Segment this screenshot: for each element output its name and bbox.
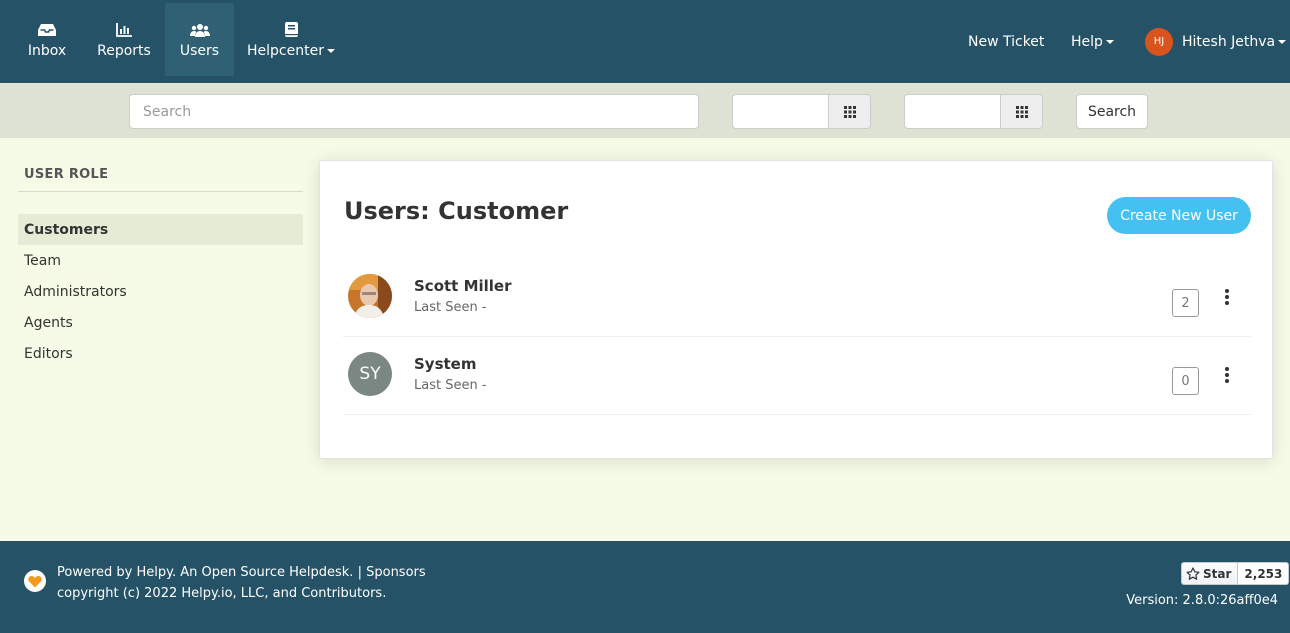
github-star-widget: Star 2,253	[1181, 562, 1290, 585]
sidebar-item-administrators[interactable]: Administrators	[18, 276, 303, 307]
date-picker-start	[732, 94, 871, 129]
table-row[interactable]: Scott Miller Last Seen - 2	[343, 259, 1251, 337]
help-menu-label: Help	[1071, 33, 1103, 50]
sidebar-heading: USER ROLE	[18, 160, 303, 192]
chevron-down-icon	[326, 48, 335, 53]
new-ticket-link[interactable]: New Ticket	[968, 0, 1044, 83]
nav-inbox[interactable]: Inbox	[16, 3, 78, 76]
nav-users[interactable]: Users	[165, 3, 234, 76]
nav-inbox-label: Inbox	[27, 42, 67, 59]
star-icon	[1186, 566, 1200, 580]
more-options-icon[interactable]	[1220, 287, 1234, 307]
start-date-field[interactable]	[732, 94, 828, 129]
github-star-count[interactable]: 2,253	[1238, 562, 1290, 585]
version-label: Version: 2.8.0:26aff0e4	[1126, 593, 1278, 608]
page-title: Users: Customer	[344, 197, 569, 225]
nav-reports-label: Reports	[97, 42, 151, 59]
sidebar-item-team[interactable]: Team	[18, 245, 303, 276]
user-last-seen: Last Seen -	[414, 378, 487, 393]
book-icon	[284, 21, 298, 39]
role-list: Customers Team Administrators Agents Edi…	[18, 214, 303, 369]
chevron-down-icon	[1278, 39, 1287, 44]
help-menu[interactable]: Help	[1071, 0, 1114, 83]
grid-icon	[843, 105, 856, 118]
avatar	[348, 274, 392, 318]
top-navbar: Inbox Reports Users Helpcenter New Ticke…	[0, 0, 1290, 83]
sidebar-item-editors[interactable]: Editors	[18, 338, 303, 369]
nav-reports[interactable]: Reports	[88, 3, 160, 76]
search-bar: Search	[0, 83, 1290, 138]
calendar-button[interactable]	[1000, 94, 1043, 129]
user-menu[interactable]: HJ Hitesh Jethva	[1145, 0, 1287, 83]
users-panel: Users: Customer Create New User Scott Mi…	[319, 160, 1273, 459]
date-picker-end	[904, 94, 1043, 129]
bar-chart-icon	[116, 21, 132, 39]
powered-by-text: Powered by Helpy. An Open Source Helpdes…	[57, 565, 354, 580]
nav-helpcenter-label: Helpcenter	[247, 43, 335, 59]
sidebar-item-agents[interactable]: Agents	[18, 307, 303, 338]
inbox-icon	[38, 21, 56, 39]
table-row[interactable]: SY System Last Seen - 0	[343, 337, 1251, 415]
create-new-user-button[interactable]: Create New User	[1107, 197, 1251, 234]
user-last-seen: Last Seen -	[414, 300, 487, 315]
nav-helpcenter[interactable]: Helpcenter	[242, 3, 340, 76]
footer-separator: |	[353, 565, 367, 580]
calendar-button[interactable]	[828, 94, 871, 129]
avatar: HJ	[1145, 27, 1173, 56]
search-input[interactable]	[129, 94, 699, 129]
github-star-button[interactable]: Star	[1181, 562, 1239, 585]
helpy-logo-icon	[24, 570, 46, 592]
sponsors-link[interactable]: Sponsors	[366, 565, 426, 580]
footer-copyright: copyright (c) 2022 Helpy.io, LLC, and Co…	[57, 586, 387, 601]
user-name[interactable]: Scott Miller	[414, 277, 512, 295]
nav-users-label: Users	[179, 42, 220, 59]
users-icon	[189, 21, 210, 39]
avatar: SY	[348, 352, 392, 396]
more-options-icon[interactable]	[1220, 365, 1234, 385]
end-date-field[interactable]	[904, 94, 1000, 129]
ticket-count-badge: 2	[1172, 289, 1199, 317]
chevron-down-icon	[1105, 39, 1114, 44]
github-star-label: Star	[1203, 566, 1232, 581]
sidebar-item-customers[interactable]: Customers	[18, 214, 303, 245]
grid-icon	[1015, 105, 1028, 118]
footer-powered-by: Powered by Helpy. An Open Source Helpdes…	[57, 565, 426, 580]
footer: Powered by Helpy. An Open Source Helpdes…	[0, 541, 1290, 633]
user-photo-icon	[348, 274, 392, 318]
user-menu-name: Hitesh Jethva	[1182, 33, 1276, 50]
search-button[interactable]: Search	[1076, 94, 1148, 129]
sidebar: USER ROLE Customers Team Administrators …	[18, 160, 303, 369]
user-name[interactable]: System	[414, 355, 476, 373]
ticket-count-badge: 0	[1172, 367, 1199, 395]
